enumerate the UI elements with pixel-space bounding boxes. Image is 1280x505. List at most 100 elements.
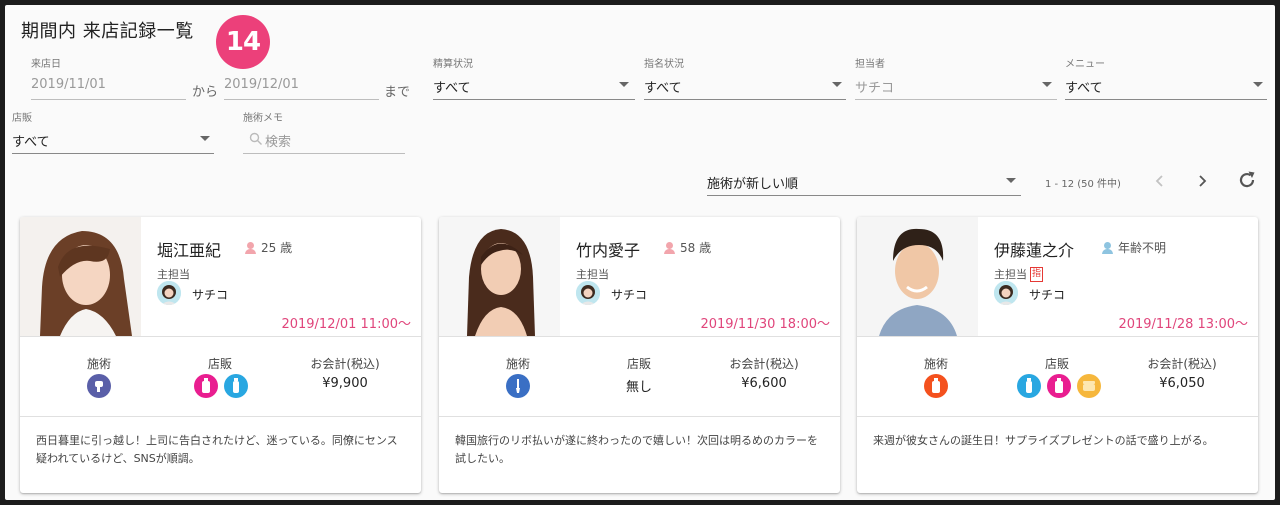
treatment-label: 施術 [86, 357, 112, 371]
visit-card[interactable]: 竹内愛子 58 歳 主担当 サチコ 2019/11/30 18:00〜 施術 店… [439, 217, 840, 493]
retail-label: 店販 [626, 357, 652, 371]
staff-select[interactable]: サチコ [855, 77, 894, 96]
pink-bottle-icon [1047, 374, 1071, 398]
menu-label: メニュー [1065, 59, 1105, 70]
total-label: お会計(税込) [729, 357, 799, 371]
chevron-right-icon[interactable] [1192, 171, 1212, 191]
customer-age: 58 歳 [664, 239, 711, 256]
customer-name[interactable]: 伊藤蓮之介 [994, 237, 1074, 261]
divider [20, 336, 421, 337]
visit-date: 2019/11/30 18:00〜 [700, 317, 830, 332]
visit-date-filter: 来店日 [31, 55, 61, 70]
main-staff-label: 主担当 指 [994, 266, 1044, 282]
visit-card[interactable]: 伊藤蓮之介 年齢不明 主担当 指 サチコ 2019/11/28 13:00〜 施… [857, 217, 1258, 493]
chevron-down-icon[interactable] [619, 82, 629, 87]
nomination-label: 指名状況 [644, 59, 684, 70]
age-text: 年齢不明 [1118, 241, 1167, 255]
count-badge: 14 [216, 15, 270, 69]
nominated-badge: 指 [1030, 266, 1044, 282]
from-suffix: から [192, 85, 219, 100]
visit-date-to-input[interactable]: 2019/12/01 [224, 77, 299, 92]
memo-search-input[interactable]: 検索 [265, 131, 291, 150]
customer-age: 25 歳 [245, 239, 292, 256]
pink-bottle-icon [194, 374, 218, 398]
divider [439, 336, 840, 337]
total-amount: ¥6,050 [1159, 376, 1205, 391]
chevron-down-icon[interactable] [832, 82, 842, 87]
blue-bottle-icon [224, 374, 248, 398]
treatment-label: 施術 [505, 357, 531, 371]
visit-date-label: 来店日 [31, 59, 61, 70]
staff-name: サチコ [611, 288, 648, 302]
person-icon [1102, 241, 1113, 254]
customer-photo [439, 217, 560, 336]
memo-label: 施術メモ [243, 113, 283, 124]
settlement-select[interactable]: すべて [433, 77, 471, 96]
treatment-memo: 西日暮里に引っ越し！上司に告白されたけど、迷っている。同僚にセンス疑われているけ… [36, 434, 398, 465]
page-title: 期間内 来店記録一覧 [21, 21, 194, 42]
age-text: 25 歳 [261, 241, 293, 255]
person-icon [664, 241, 675, 254]
sort-underline [707, 195, 1021, 196]
age-text: 58 歳 [680, 241, 712, 255]
dryer-icon [87, 374, 111, 398]
customer-name[interactable]: 堀江亜紀 [157, 237, 221, 261]
staff-underline [855, 99, 1057, 100]
retail-label: 店販 [1044, 357, 1070, 371]
customer-age: 年齢不明 [1102, 239, 1166, 256]
customer-name[interactable]: 竹内愛子 [576, 237, 640, 261]
chevron-down-icon[interactable] [1253, 82, 1263, 87]
total-label: お会計(税込) [310, 357, 380, 371]
staff-name: サチコ [192, 288, 229, 302]
red-bottle-icon [924, 374, 948, 398]
visit-date: 2019/11/28 13:00〜 [1118, 317, 1248, 332]
retail-label: 店販 [12, 113, 32, 124]
divider [857, 416, 1258, 417]
customer-photo [857, 217, 978, 336]
settlement-underline [433, 99, 635, 100]
treatment-label: 施術 [923, 357, 949, 371]
blue-bottle-icon [1017, 374, 1041, 398]
wax-jar-icon [1077, 374, 1101, 398]
retail-label: 店販 [207, 357, 233, 371]
staff-avatar [576, 281, 600, 305]
staff-name: サチコ [1029, 288, 1066, 302]
divider [439, 416, 840, 417]
refresh-icon[interactable] [1236, 169, 1258, 191]
menu-select[interactable]: すべて [1065, 77, 1103, 96]
total-amount: ¥9,900 [322, 376, 368, 391]
total-label: お会計(税込) [1147, 357, 1217, 371]
memo-underline [243, 153, 405, 154]
search-icon [249, 131, 263, 145]
chevron-down-icon[interactable] [1042, 82, 1052, 87]
retail-select[interactable]: すべて [12, 131, 50, 150]
visit-card[interactable]: 堀江亜紀 25 歳 主担当 サチコ 2019/12/01 11:00〜 施術 店… [20, 217, 421, 493]
visit-date-to-underline [224, 99, 379, 100]
main-staff-label: 主担当 [576, 266, 609, 282]
divider [20, 416, 421, 417]
staff-label: 担当者 [855, 59, 885, 70]
treatment-memo: 韓国旅行のリボ払いが遂に終わったので嬉しい！次回は明るめのカラーを試したい。 [455, 434, 818, 465]
chevron-down-icon[interactable] [1006, 178, 1016, 183]
chevron-down-icon[interactable] [200, 136, 210, 141]
main-staff-text: 主担当 [157, 268, 190, 281]
staff-avatar [157, 281, 181, 305]
main-staff-text: 主担当 [576, 268, 609, 281]
pager-range: 1 - 12 (50 件中) [1045, 179, 1121, 190]
brush-icon [506, 374, 530, 398]
customer-photo [20, 217, 141, 336]
visit-date-from-underline [31, 99, 186, 100]
divider [857, 336, 1258, 337]
sort-select[interactable]: 施術が新しい順 [707, 173, 798, 192]
total-amount: ¥6,600 [741, 376, 787, 391]
nomination-select[interactable]: すべて [644, 77, 682, 96]
visit-date-from-input[interactable]: 2019/11/01 [31, 77, 106, 92]
nomination-underline [644, 99, 846, 100]
retail-none: 無し [625, 380, 653, 395]
app-frame: 期間内 来店記録一覧 14 来店日 2019/11/01 から 2019/12/… [5, 5, 1275, 500]
treatment-memo: 来週が彼女さんの誕生日！サプライズプレゼントの話で盛り上がる。 [873, 434, 1214, 447]
main-staff-text: 主担当 [994, 268, 1027, 281]
chevron-left-icon[interactable] [1150, 171, 1170, 191]
main-staff-label: 主担当 [157, 266, 190, 282]
retail-underline [12, 153, 214, 154]
